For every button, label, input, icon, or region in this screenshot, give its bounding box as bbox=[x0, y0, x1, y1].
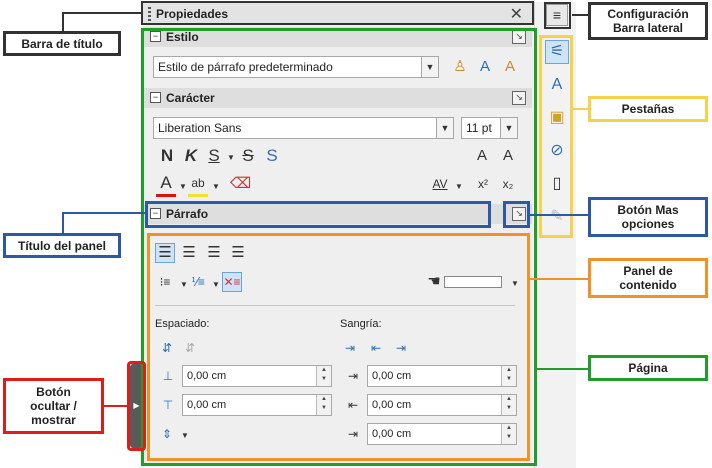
label-boton-mas: Botón Mas opciones bbox=[588, 197, 708, 237]
settings-highlight bbox=[544, 2, 571, 29]
connector-line bbox=[530, 214, 588, 216]
connector-line bbox=[62, 12, 142, 14]
connector-line bbox=[62, 212, 146, 214]
content-panel-highlight bbox=[147, 233, 530, 461]
label-boton-ocultar: Botón ocultar / mostrar bbox=[3, 378, 104, 434]
label-config-barra: Configuración Barra lateral bbox=[588, 2, 708, 40]
connector-line bbox=[530, 278, 588, 280]
tabs-highlight bbox=[539, 35, 573, 238]
hide-button-highlight bbox=[127, 361, 146, 451]
label-pestanas: Pestañas bbox=[588, 96, 708, 122]
label-titulo-panel: Título del panel bbox=[3, 233, 121, 258]
connector-line bbox=[104, 405, 128, 407]
connector-line bbox=[573, 108, 588, 110]
label-barra-titulo: Barra de título bbox=[3, 31, 121, 56]
connector-line bbox=[62, 212, 64, 234]
label-pagina: Página bbox=[588, 355, 708, 381]
titlebar-highlight bbox=[141, 1, 534, 25]
panel-title-highlight bbox=[145, 201, 491, 228]
more-options-highlight bbox=[503, 201, 530, 228]
connector-line bbox=[62, 12, 64, 32]
connector-line bbox=[537, 368, 588, 370]
label-panel-contenido: Panel de contenido bbox=[588, 258, 708, 298]
